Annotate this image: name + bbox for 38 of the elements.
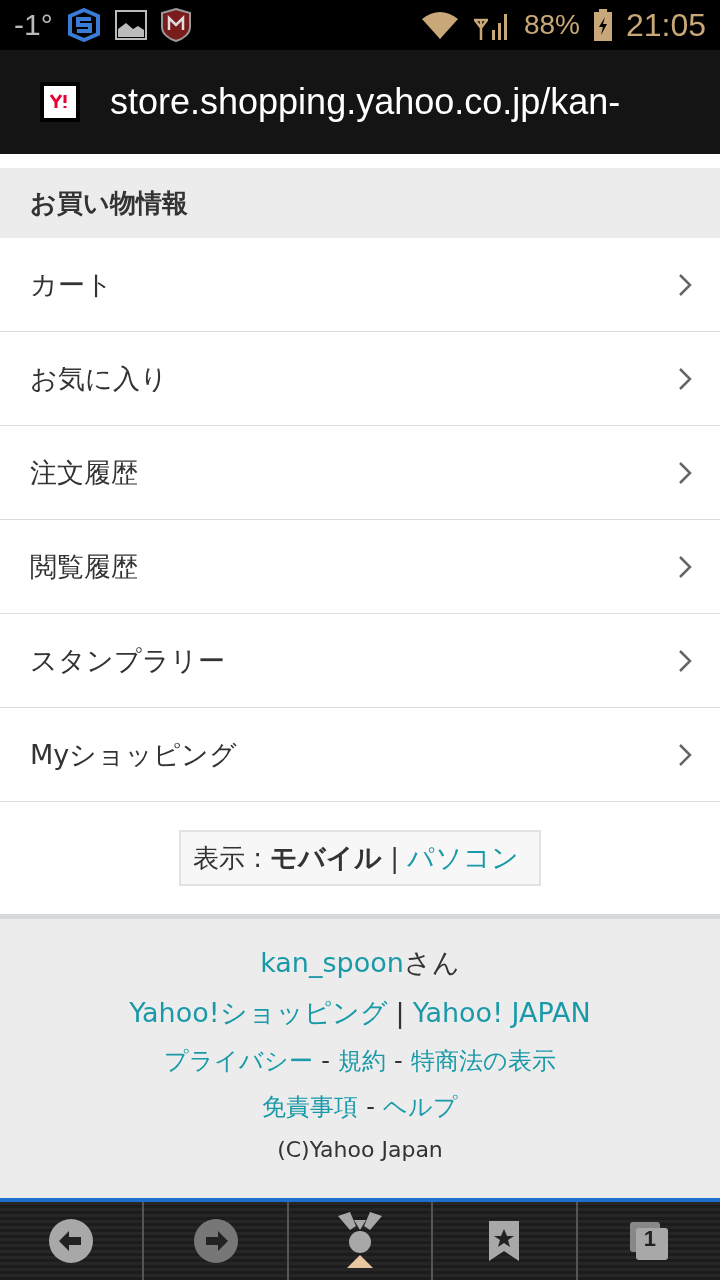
toolbar-button[interactable]: 1	[577, 1202, 720, 1280]
menu-item[interactable]: 注文履歴	[0, 426, 720, 520]
view-label: 表示 :	[193, 841, 263, 875]
temperature: -1°	[14, 8, 53, 42]
wifi-icon	[421, 11, 458, 39]
chevron-right-icon	[678, 554, 692, 579]
figure-icon	[338, 1212, 382, 1270]
separator: |	[390, 843, 399, 873]
tabs-icon	[629, 1222, 668, 1260]
section-title: お買い物情報	[30, 186, 188, 220]
chevron-right-icon	[678, 366, 692, 391]
bookmark-icon	[489, 1221, 520, 1261]
chevron-right-icon	[678, 460, 692, 485]
battery-charging-icon	[593, 9, 612, 41]
menu-item[interactable]: カート	[0, 238, 720, 332]
menu-item[interactable]: Myショッピング	[0, 708, 720, 802]
forward-icon	[193, 1219, 238, 1263]
battery-percent: 88%	[523, 9, 580, 41]
copyright: (C)Yahoo Japan	[277, 1137, 443, 1162]
menu-item[interactable]: スタンプラリー	[0, 614, 720, 708]
view-option[interactable]: モバイル	[270, 840, 383, 876]
menu-item[interactable]: お気に入り	[0, 332, 720, 426]
chevron-right-icon	[678, 648, 692, 673]
separator: -	[394, 1047, 403, 1075]
separator: -	[321, 1047, 330, 1075]
separator: |	[395, 997, 405, 1028]
image-icon	[114, 10, 147, 40]
shield-s-icon	[66, 8, 101, 42]
shield-icon	[160, 8, 191, 42]
chevron-right-icon	[678, 742, 692, 767]
back-icon	[49, 1219, 94, 1263]
separator: -	[366, 1093, 375, 1121]
clock: 21:05	[625, 6, 706, 44]
tab-count: 1	[643, 1226, 656, 1252]
site-logo-icon	[40, 82, 80, 122]
honorific: さん	[403, 946, 460, 980]
chevron-right-icon	[678, 272, 692, 297]
menu-item[interactable]: 閲覧履歴	[0, 520, 720, 614]
